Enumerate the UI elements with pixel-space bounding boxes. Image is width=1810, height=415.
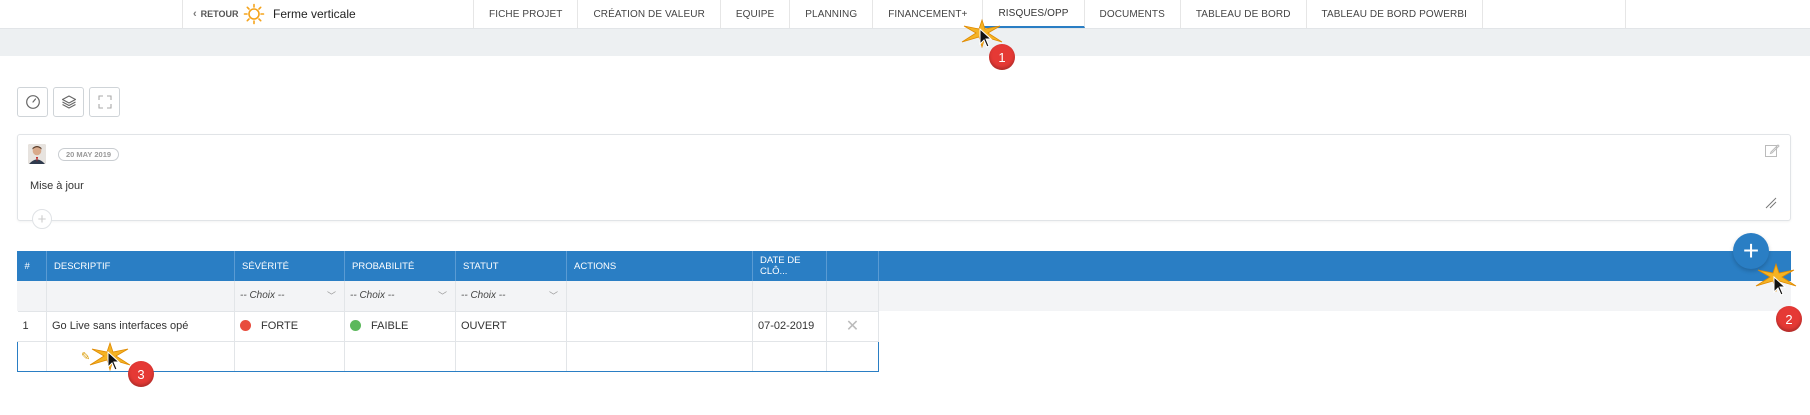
mouse-cursor-icon xyxy=(107,351,121,371)
step-marker-2: 2 xyxy=(1776,306,1802,332)
mouse-cursor-icon xyxy=(979,28,993,48)
chevron-down-icon: ﹀ xyxy=(326,291,336,302)
row-probabilite-label: FAIBLE xyxy=(371,320,409,332)
fullscreen-button[interactable] xyxy=(89,87,120,117)
new-row-actions[interactable] xyxy=(566,340,753,372)
resize-handle-icon[interactable] xyxy=(1764,196,1778,210)
col-header-severite[interactable]: SÉVÉRITÉ xyxy=(234,251,345,281)
filter-cell-descriptif xyxy=(46,281,235,312)
row-actions[interactable] xyxy=(566,311,753,342)
tab-tableau-de-bord[interactable]: TABLEAU DE BORD xyxy=(1181,0,1307,28)
sub-header-bar xyxy=(0,28,1810,56)
row-statut[interactable]: OUVERT xyxy=(455,311,567,342)
plus-icon: + xyxy=(37,210,47,228)
project-title: Ferme verticale xyxy=(243,3,433,25)
table-row[interactable]: 1 Go Live sans interfaces opé FORTE FAIB… xyxy=(17,311,879,342)
probabilite-filter-value: -- Choix -- xyxy=(350,290,395,302)
view-toolbar xyxy=(17,87,120,117)
tab-creation-de-valeur[interactable]: CRÉATION DE VALEUR xyxy=(578,0,721,28)
gauge-button[interactable] xyxy=(17,87,48,117)
top-navigation-inner: ‹ RETOUR Ferme verticale FICHE PROJET CR… xyxy=(182,0,1626,28)
table-header-row: # DESCRIPTIF SÉVÉRITÉ PROBABILITÉ STATUT… xyxy=(17,251,879,281)
mouse-cursor-icon xyxy=(1773,276,1787,296)
row-severite-label: FORTE xyxy=(261,320,299,332)
step-marker-1: 1 xyxy=(989,44,1015,70)
risk-table: # DESCRIPTIF SÉVÉRITÉ PROBABILITÉ STATUT… xyxy=(17,251,879,372)
row-remove-cell: ✕ xyxy=(826,311,879,342)
new-row-severite[interactable] xyxy=(234,340,345,372)
comment-text: Mise à jour xyxy=(30,180,84,192)
statut-filter-value: -- Choix -- xyxy=(461,290,506,302)
severite-filter-value: -- Choix -- xyxy=(240,290,285,302)
row-severite[interactable]: FORTE xyxy=(234,311,345,342)
avatar xyxy=(28,144,46,164)
col-header-date-cloture[interactable]: DATE DE CLÔ... xyxy=(752,251,827,281)
new-row-number xyxy=(17,340,47,372)
statut-filter-select[interactable]: -- Choix -- ﹀ xyxy=(455,281,567,312)
row-number: 1 xyxy=(17,311,47,342)
new-row-remove xyxy=(826,340,879,372)
gauge-icon xyxy=(25,95,40,109)
tab-documents[interactable]: DOCUMENTS xyxy=(1085,0,1181,28)
step-marker-3: 3 xyxy=(128,361,154,387)
col-header-probabilite[interactable]: PROBABILITÉ xyxy=(344,251,456,281)
row-date-cloture[interactable]: 07-02-2019 xyxy=(752,311,827,342)
add-comment-button[interactable]: + xyxy=(32,209,52,229)
col-header-remove xyxy=(826,251,879,281)
layers-button[interactable] xyxy=(53,87,84,117)
project-name: Ferme verticale xyxy=(273,7,356,21)
severity-dot-icon xyxy=(240,319,251,331)
filter-row: -- Choix -- ﹀ -- Choix -- ﹀ -- Choix -- ﹀ xyxy=(17,281,879,312)
row-probabilite[interactable]: FAIBLE xyxy=(344,311,456,342)
fullscreen-icon xyxy=(97,95,112,109)
tab-tableau-de-bord-powerbi[interactable]: TABLEAU DE BORD POWERBI xyxy=(1307,0,1483,28)
probabilite-filter-select[interactable]: -- Choix -- ﹀ xyxy=(344,281,456,312)
back-label: RETOUR xyxy=(200,9,239,19)
row-descriptif[interactable]: Go Live sans interfaces opé xyxy=(46,311,235,342)
filter-cell-actions xyxy=(566,281,753,312)
comment-date-badge: 20 MAY 2019 xyxy=(58,148,120,161)
chevron-down-icon: ﹀ xyxy=(548,291,558,302)
top-navigation: ‹ RETOUR Ferme verticale FICHE PROJET CR… xyxy=(0,0,1810,28)
chevron-left-icon: ‹ xyxy=(193,8,197,20)
filter-cell-number xyxy=(17,281,47,312)
chevron-down-icon: ﹀ xyxy=(437,291,447,302)
col-header-actions[interactable]: ACTIONS xyxy=(566,251,753,281)
back-link[interactable]: ‹ RETOUR xyxy=(183,8,243,20)
comment-card: 20 MAY 2019 Mise à jour + xyxy=(17,134,1791,229)
col-header-number[interactable]: # xyxy=(17,251,47,281)
tab-planning[interactable]: PLANNING xyxy=(790,0,874,28)
probability-dot-icon xyxy=(350,319,361,331)
col-header-statut[interactable]: STATUT xyxy=(455,251,567,281)
filter-cell-remove xyxy=(826,281,879,312)
new-row-date[interactable] xyxy=(752,340,827,372)
close-icon[interactable]: ✕ xyxy=(846,318,859,335)
sun-icon xyxy=(243,3,265,25)
severite-filter-select[interactable]: -- Choix -- ﹀ xyxy=(234,281,345,312)
tab-equipe[interactable]: EQUIPE xyxy=(721,0,791,28)
new-row-statut[interactable] xyxy=(455,340,567,372)
layers-icon xyxy=(61,95,76,109)
new-row-probabilite[interactable] xyxy=(344,340,456,372)
filter-cell-date xyxy=(752,281,827,312)
edit-icon[interactable] xyxy=(1764,143,1780,159)
col-header-descriptif[interactable]: DESCRIPTIF xyxy=(46,251,235,281)
tab-fiche-projet[interactable]: FICHE PROJET xyxy=(473,0,579,28)
